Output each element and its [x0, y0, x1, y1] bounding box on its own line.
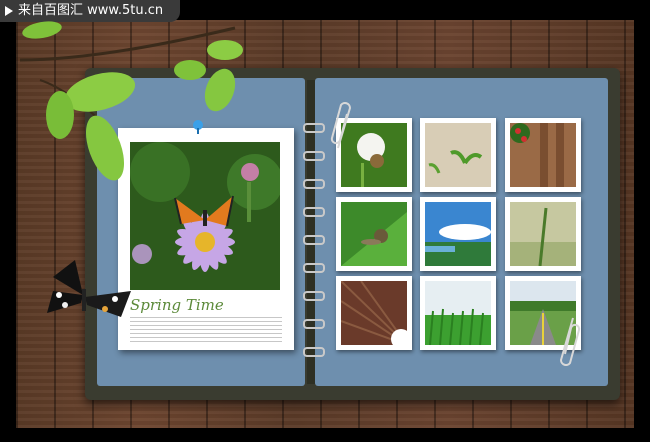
- binder-ring: [303, 319, 325, 329]
- binder-ring: [303, 179, 325, 189]
- screen-frame: 来自百图汇 www.5tu.cn Spring Time: [0, 0, 650, 442]
- binder-ring: [303, 347, 325, 357]
- paperclip-icon: [330, 102, 352, 149]
- thumbnail-green-grass[interactable]: [420, 276, 496, 350]
- thumbnail-sky-coast[interactable]: [420, 197, 496, 271]
- caption-title: Spring Time: [130, 296, 224, 314]
- watermark-bar: 来自百图汇 www.5tu.cn: [0, 0, 180, 22]
- binder-ring: [303, 263, 325, 273]
- watermark-text: 来自百图汇 www.5tu.cn: [18, 3, 164, 18]
- paperclip-icon: [559, 317, 581, 366]
- binder-ring: [303, 207, 325, 217]
- binder-ring: [303, 151, 325, 161]
- binder-ring: [303, 291, 325, 301]
- thumbnail-seedlings[interactable]: [420, 118, 496, 192]
- thumbnail-red-flowers-fence[interactable]: [505, 118, 581, 192]
- thumbnail-grass-stalk[interactable]: [505, 197, 581, 271]
- butterfly-decoration: [47, 260, 131, 317]
- binder-ring: [303, 235, 325, 245]
- thumbnail-tunnel[interactable]: [336, 276, 412, 350]
- play-icon: [5, 6, 13, 16]
- caption-body-lines: [130, 316, 282, 342]
- thumbnail-snail-leaf[interactable]: [336, 197, 412, 271]
- leaf-branch-decoration: [19, 21, 243, 181]
- binder-ring: [303, 123, 325, 133]
